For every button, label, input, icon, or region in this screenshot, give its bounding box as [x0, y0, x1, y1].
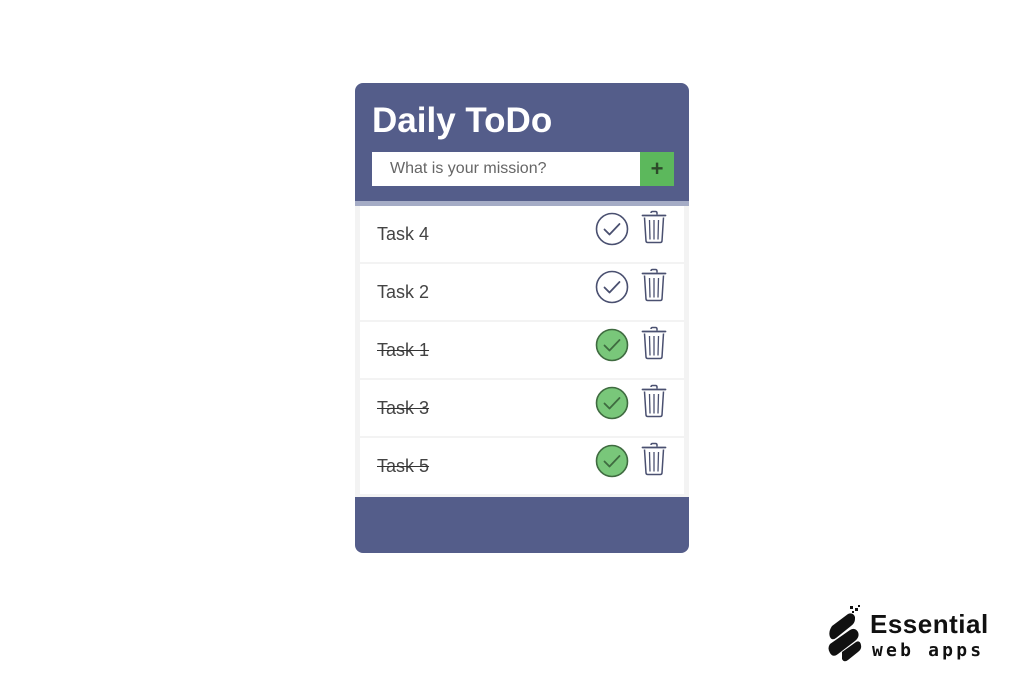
todo-app: Daily ToDo + Task 4 Task 2 Task 1 Task 3 [355, 83, 689, 553]
check-circle-icon[interactable] [595, 444, 629, 478]
add-task-row: + [372, 152, 674, 186]
task-label: Task 1 [377, 340, 430, 360]
task-list: Task 4 Task 2 Task 1 Task 3 Task 5 [355, 206, 689, 497]
task-item: Task 3 [360, 380, 684, 436]
app-footer [355, 497, 689, 553]
task-input[interactable] [372, 152, 640, 186]
brand-name: Essential [870, 609, 989, 639]
trash-icon[interactable] [641, 210, 667, 244]
task-label: Task 5 [377, 456, 430, 476]
trash-icon[interactable] [641, 442, 667, 476]
task-item: Task 2 [360, 264, 684, 320]
trash-icon[interactable] [641, 268, 667, 302]
task-item: Task 5 [360, 438, 684, 494]
brand-mark-icon [828, 605, 862, 662]
task-label: Task 3 [377, 398, 430, 418]
task-item: Task 1 [360, 322, 684, 378]
trash-icon[interactable] [641, 384, 667, 418]
app-header: Daily ToDo + [355, 83, 689, 201]
app-title: Daily ToDo [372, 101, 553, 140]
task-label: Task 2 [377, 282, 430, 302]
task-item: Task 4 [360, 206, 684, 262]
brand-logo: Essential web apps [822, 604, 1002, 666]
check-circle-icon[interactable] [595, 386, 629, 420]
check-circle-icon[interactable] [595, 270, 629, 304]
check-circle-icon[interactable] [595, 328, 629, 362]
add-task-button[interactable]: + [640, 152, 674, 186]
trash-icon[interactable] [641, 326, 667, 360]
check-circle-icon[interactable] [595, 212, 629, 246]
task-label: Task 4 [377, 224, 430, 244]
brand-tagline: web apps [872, 640, 985, 661]
